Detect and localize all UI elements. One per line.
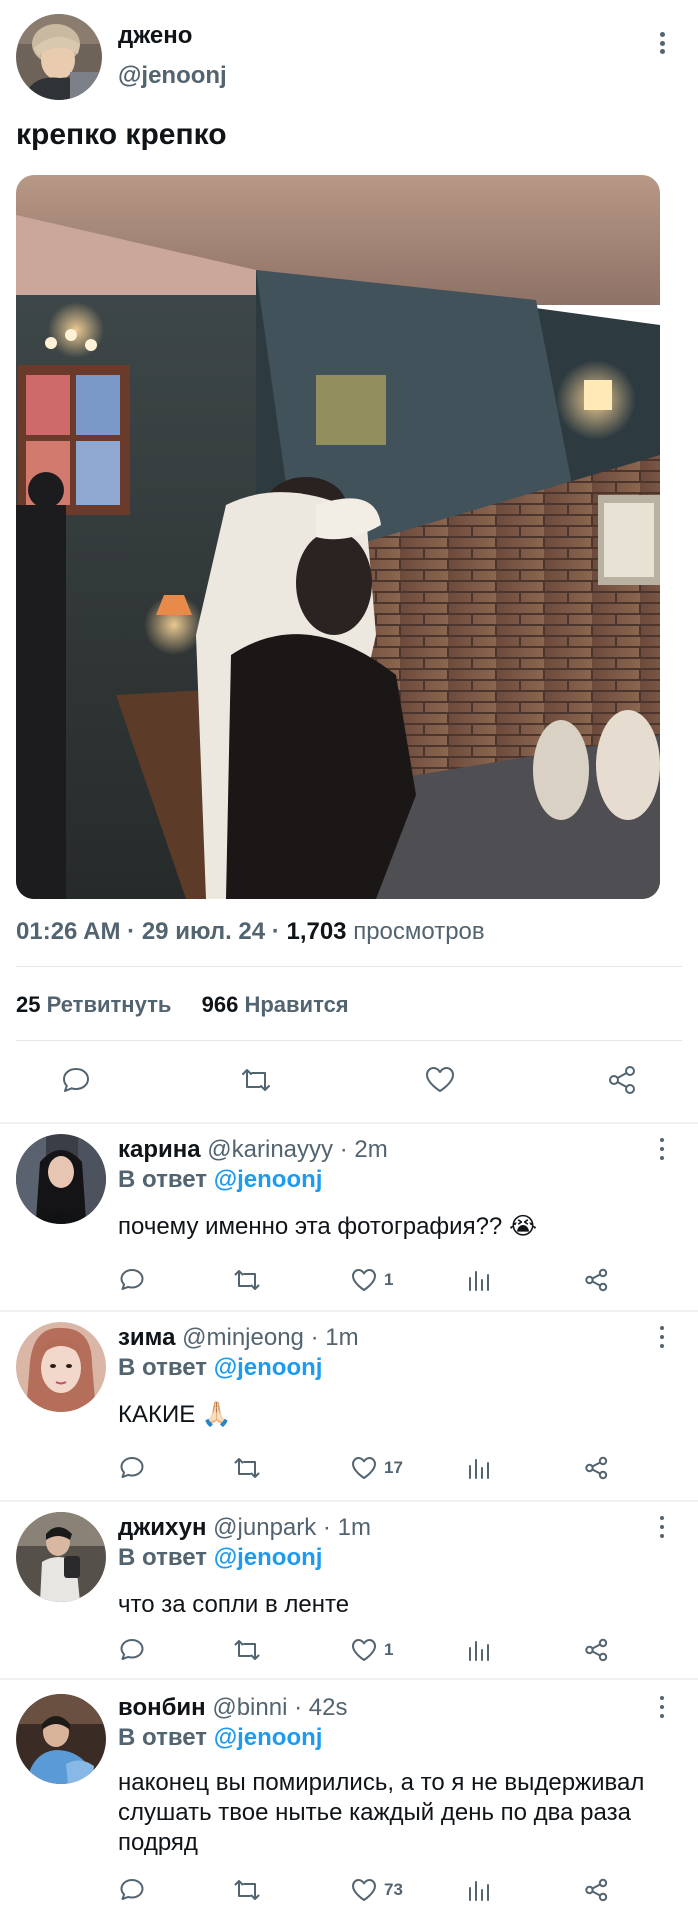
reply-author-handle[interactable]: @junpark [213, 1514, 316, 1541]
reply-to-label: В ответ [118, 1166, 208, 1193]
reply-author-handle[interactable]: @binni [212, 1694, 287, 1721]
retweets-label[interactable]: Ретвитнуть [47, 992, 172, 1017]
analytics-icon[interactable] [466, 1632, 492, 1668]
reply-author-handle[interactable]: @karinayyy [207, 1136, 333, 1163]
views-label: просмотров [353, 918, 485, 945]
reply-icon[interactable] [118, 1632, 146, 1668]
retweets-count[interactable]: 25 [16, 992, 40, 1017]
reply-to-mention[interactable]: @jenoonj [214, 1724, 323, 1751]
reply-action-bar: 17 [0, 1450, 698, 1486]
retweet-icon[interactable] [232, 1450, 262, 1486]
reply-tweet[interactable]: вонбин @binni · 42s В ответ @jenoonj нак… [0, 1680, 698, 1920]
reply-time: · 2m [339, 1136, 388, 1163]
reply-icon[interactable] [118, 1872, 146, 1908]
more-options-icon[interactable] [650, 28, 674, 58]
reply-to-line: В ответ @jenoonj [118, 1724, 322, 1752]
share-icon[interactable] [604, 1062, 640, 1098]
like-count: 1 [384, 1640, 394, 1659]
reply-author-handle[interactable]: @minjeong [182, 1324, 304, 1351]
author-name[interactable]: джено [118, 22, 192, 50]
reply-text: КАКИЕ 🙏🏻 [118, 1401, 232, 1428]
tweet-stats: 25 Ретвитнуть 966 Нравится [16, 992, 349, 1018]
reply-icon[interactable] [58, 1062, 94, 1098]
reply-icon[interactable] [118, 1262, 146, 1298]
reply-to-mention[interactable]: @jenoonj [214, 1544, 323, 1571]
author-avatar[interactable] [16, 14, 102, 100]
reply-action-bar: 73 [0, 1872, 698, 1908]
more-options-icon[interactable] [654, 1138, 670, 1160]
reply-avatar[interactable] [16, 1512, 106, 1602]
main-tweet: джено @jenoonj крепко крепко 01:26 AM · … [0, 0, 698, 1122]
like-icon[interactable]: 1 [350, 1632, 393, 1668]
reply-time: · 1m [310, 1324, 359, 1351]
like-count: 1 [384, 1270, 394, 1289]
reply-action-bar: 1 [0, 1262, 698, 1298]
reply-to-label: В ответ [118, 1544, 208, 1571]
share-icon[interactable] [582, 1632, 610, 1668]
reply-author-name[interactable]: зима [118, 1324, 175, 1351]
like-icon[interactable]: 17 [350, 1450, 403, 1486]
reply-header: зима @minjeong · 1m [118, 1324, 359, 1352]
reply-to-line: В ответ @jenoonj [118, 1166, 322, 1194]
reply-text: почему именно эта фотография?? 😭 [118, 1213, 537, 1240]
reply-to-label: В ответ [118, 1724, 208, 1751]
reply-tweet[interactable]: карина @karinayyy · 2m В ответ @jenoonj … [0, 1124, 698, 1310]
more-options-icon[interactable] [654, 1516, 670, 1538]
reply-avatar[interactable] [16, 1694, 106, 1784]
views-count: 1,703 [286, 918, 347, 945]
reply-text: наконец вы помирились, а то я не выдержи… [118, 1769, 645, 1856]
reply-action-bar: 1 [0, 1632, 698, 1668]
reply-to-line: В ответ @jenoonj [118, 1354, 322, 1382]
likes-count[interactable]: 966 [202, 992, 239, 1017]
reply-tweet[interactable]: зима @minjeong · 1m В ответ @jenoonj КАК… [0, 1312, 698, 1500]
author-handle[interactable]: @jenoonj [118, 62, 227, 90]
reply-header: карина @karinayyy · 2m [118, 1136, 388, 1164]
tweet-text: крепко крепко [16, 118, 227, 151]
likes-label[interactable]: Нравится [244, 992, 348, 1017]
analytics-icon[interactable] [466, 1450, 492, 1486]
reply-to-line: В ответ @jenoonj [118, 1544, 322, 1572]
tweet-action-bar [0, 1056, 698, 1104]
tweet-photo[interactable] [16, 175, 660, 899]
reply-author-name[interactable]: карина [118, 1136, 201, 1163]
like-icon[interactable] [422, 1062, 458, 1098]
retweet-icon[interactable] [232, 1632, 262, 1668]
more-options-icon[interactable] [654, 1696, 670, 1718]
share-icon[interactable] [582, 1262, 610, 1298]
retweet-icon[interactable] [238, 1062, 274, 1098]
reply-avatar[interactable] [16, 1134, 106, 1224]
reply-avatar[interactable] [16, 1322, 106, 1412]
reply-author-name[interactable]: джихун [118, 1514, 207, 1541]
divider [16, 966, 682, 967]
tweet-meta: 01:26 AM · 29 июл. 24 · 1,703 просмотров [16, 918, 485, 946]
reply-header: джихун @junpark · 1m [118, 1514, 371, 1542]
reply-author-name[interactable]: вонбин [118, 1694, 206, 1721]
reply-time: · 42s [294, 1694, 348, 1721]
reply-tweet[interactable]: джихун @junpark · 1m В ответ @jenoonj чт… [0, 1502, 698, 1678]
tweet-time: 01:26 AM [16, 918, 121, 945]
retweet-icon[interactable] [232, 1262, 262, 1298]
reply-to-mention[interactable]: @jenoonj [214, 1354, 323, 1381]
analytics-icon[interactable] [466, 1872, 492, 1908]
meta-separator: · [271, 918, 287, 945]
more-options-icon[interactable] [654, 1326, 670, 1348]
reply-text: что за сопли в ленте [118, 1591, 350, 1618]
like-icon[interactable]: 73 [350, 1872, 403, 1908]
reply-time: · 1m [322, 1514, 371, 1541]
share-icon[interactable] [582, 1450, 610, 1486]
like-icon[interactable]: 1 [350, 1262, 393, 1298]
divider [16, 1040, 682, 1041]
meta-separator: · [127, 918, 142, 945]
retweet-icon[interactable] [232, 1872, 262, 1908]
share-icon[interactable] [582, 1872, 610, 1908]
like-count: 73 [384, 1880, 403, 1899]
tweet-date: 29 июл. 24 [141, 918, 266, 945]
reply-icon[interactable] [118, 1450, 146, 1486]
reply-to-mention[interactable]: @jenoonj [214, 1166, 323, 1193]
like-count: 17 [384, 1458, 403, 1477]
analytics-icon[interactable] [466, 1262, 492, 1298]
reply-to-label: В ответ [118, 1354, 208, 1381]
reply-header: вонбин @binni · 42s [118, 1694, 347, 1722]
